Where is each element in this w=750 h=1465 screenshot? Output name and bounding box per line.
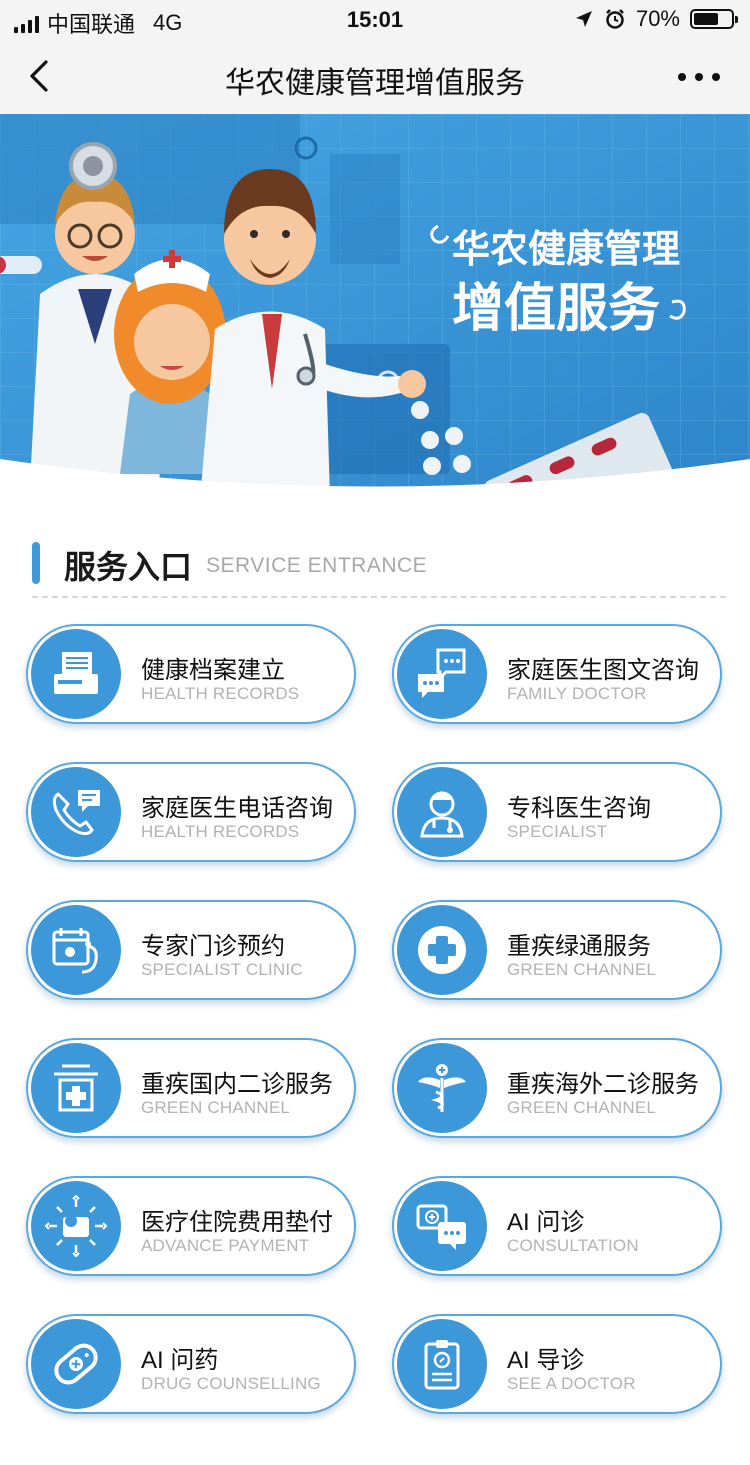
calendar-stethoscope-icon [31, 905, 121, 995]
nav-bar: 华农健康管理增值服务 [0, 40, 750, 114]
service-sublabel: SPECIALIST [507, 822, 608, 841]
service-sublabel: ADVANCE PAYMENT [141, 1236, 310, 1255]
service-family-doctor-phone[interactable]: 家庭医生电话咨询 HEALTH RECORDS [26, 762, 356, 862]
doctor-avatar-icon [397, 767, 487, 857]
phone-chat-icon [31, 767, 121, 857]
service-label: 重疾国内二诊服务 [141, 1071, 333, 1098]
banner-title: 华农健康管理 增值服务 [430, 224, 686, 339]
service-label: 专科医生咨询 [507, 795, 651, 822]
battery-percent: 70% [635, 6, 680, 31]
service-sublabel: FAMILY DOCTOR [507, 684, 647, 703]
service-sublabel: DRUG COUNSELLING [141, 1374, 321, 1393]
wallet-payment-icon [31, 1181, 121, 1271]
service-overseas-second-opinion[interactable]: 重疾海外二诊服务 GREEN CHANNEL [392, 1038, 722, 1138]
more-dots-icon[interactable] [676, 62, 722, 92]
health-records-icon [31, 629, 121, 719]
hero-banner: 华农健康管理 增值服务 [0, 114, 750, 499]
service-sublabel: GREEN CHANNEL [507, 1098, 657, 1117]
status-right-group: 70% [574, 6, 738, 32]
service-ai-triage[interactable]: AI 导诊 SEE A DOCTOR [392, 1314, 722, 1414]
hospital-box-icon [31, 1043, 121, 1133]
service-sublabel: CONSULTATION [507, 1236, 639, 1255]
service-sublabel: SEE A DOCTOR [507, 1374, 636, 1393]
service-label: 家庭医生图文咨询 [507, 657, 699, 684]
service-advance-payment[interactable]: 医疗住院费用垫付 ADVANCE PAYMENT [26, 1176, 356, 1276]
medical-cross-icon [397, 905, 487, 995]
service-label: 重疾海外二诊服务 [507, 1071, 699, 1098]
service-specialist-clinic[interactable]: 专家门诊预约 SPECIALIST CLINIC [26, 900, 356, 1000]
section-subtitle: SERVICE ENTRANCE [206, 554, 428, 577]
service-specialist-consult[interactable]: 专科医生咨询 SPECIALIST [392, 762, 722, 862]
service-label: AI 导诊 [507, 1347, 585, 1374]
pill-icon [31, 1319, 121, 1409]
status-bar: 中国联通 4G 15:01 70% [0, 0, 750, 40]
chat-bubbles-icon [397, 629, 487, 719]
alarm-clock-icon [606, 9, 624, 29]
section-header: 服务入口 SERVICE ENTRANCE [32, 540, 726, 598]
service-label: AI 问诊 [507, 1209, 585, 1236]
section-accent-bar [32, 542, 40, 584]
service-sublabel: HEALTH RECORDS [141, 684, 300, 703]
location-arrow-icon [575, 11, 592, 27]
page-title: 华农健康管理增值服务 [225, 67, 525, 100]
service-label: 健康档案建立 [141, 657, 285, 684]
service-ai-consultation[interactable]: AI 问诊 CONSULTATION [392, 1176, 722, 1276]
service-label: 重疾绿通服务 [507, 933, 651, 960]
banner-line-1: 华农健康管理 [452, 227, 680, 271]
service-sublabel: SPECIALIST CLINIC [141, 960, 303, 979]
service-green-channel[interactable]: 重疾绿通服务 GREEN CHANNEL [392, 900, 722, 1000]
ai-consult-chat-icon [397, 1181, 487, 1271]
battery-icon [690, 9, 738, 29]
section-title: 服务入口 [64, 549, 193, 585]
banner-line-2: 增值服务 [452, 279, 660, 339]
service-label: AI 问药 [141, 1347, 219, 1374]
service-sublabel: GREEN CHANNEL [507, 960, 657, 979]
service-health-records[interactable]: 健康档案建立 HEALTH RECORDS [26, 624, 356, 724]
caduceus-icon [397, 1043, 487, 1133]
service-domestic-second-opinion[interactable]: 重疾国内二诊服务 GREEN CHANNEL [26, 1038, 356, 1138]
service-label: 医疗住院费用垫付 [141, 1209, 333, 1236]
service-sublabel: HEALTH RECORDS [141, 822, 300, 841]
service-ai-drug-counselling[interactable]: AI 问药 DRUG COUNSELLING [26, 1314, 356, 1414]
service-label: 专家门诊预约 [141, 933, 285, 960]
service-label: 家庭医生电话咨询 [141, 795, 333, 822]
service-sublabel: GREEN CHANNEL [141, 1098, 291, 1117]
service-family-doctor-chat[interactable]: 家庭医生图文咨询 FAMILY DOCTOR [392, 624, 722, 724]
clipboard-icon [397, 1319, 487, 1409]
